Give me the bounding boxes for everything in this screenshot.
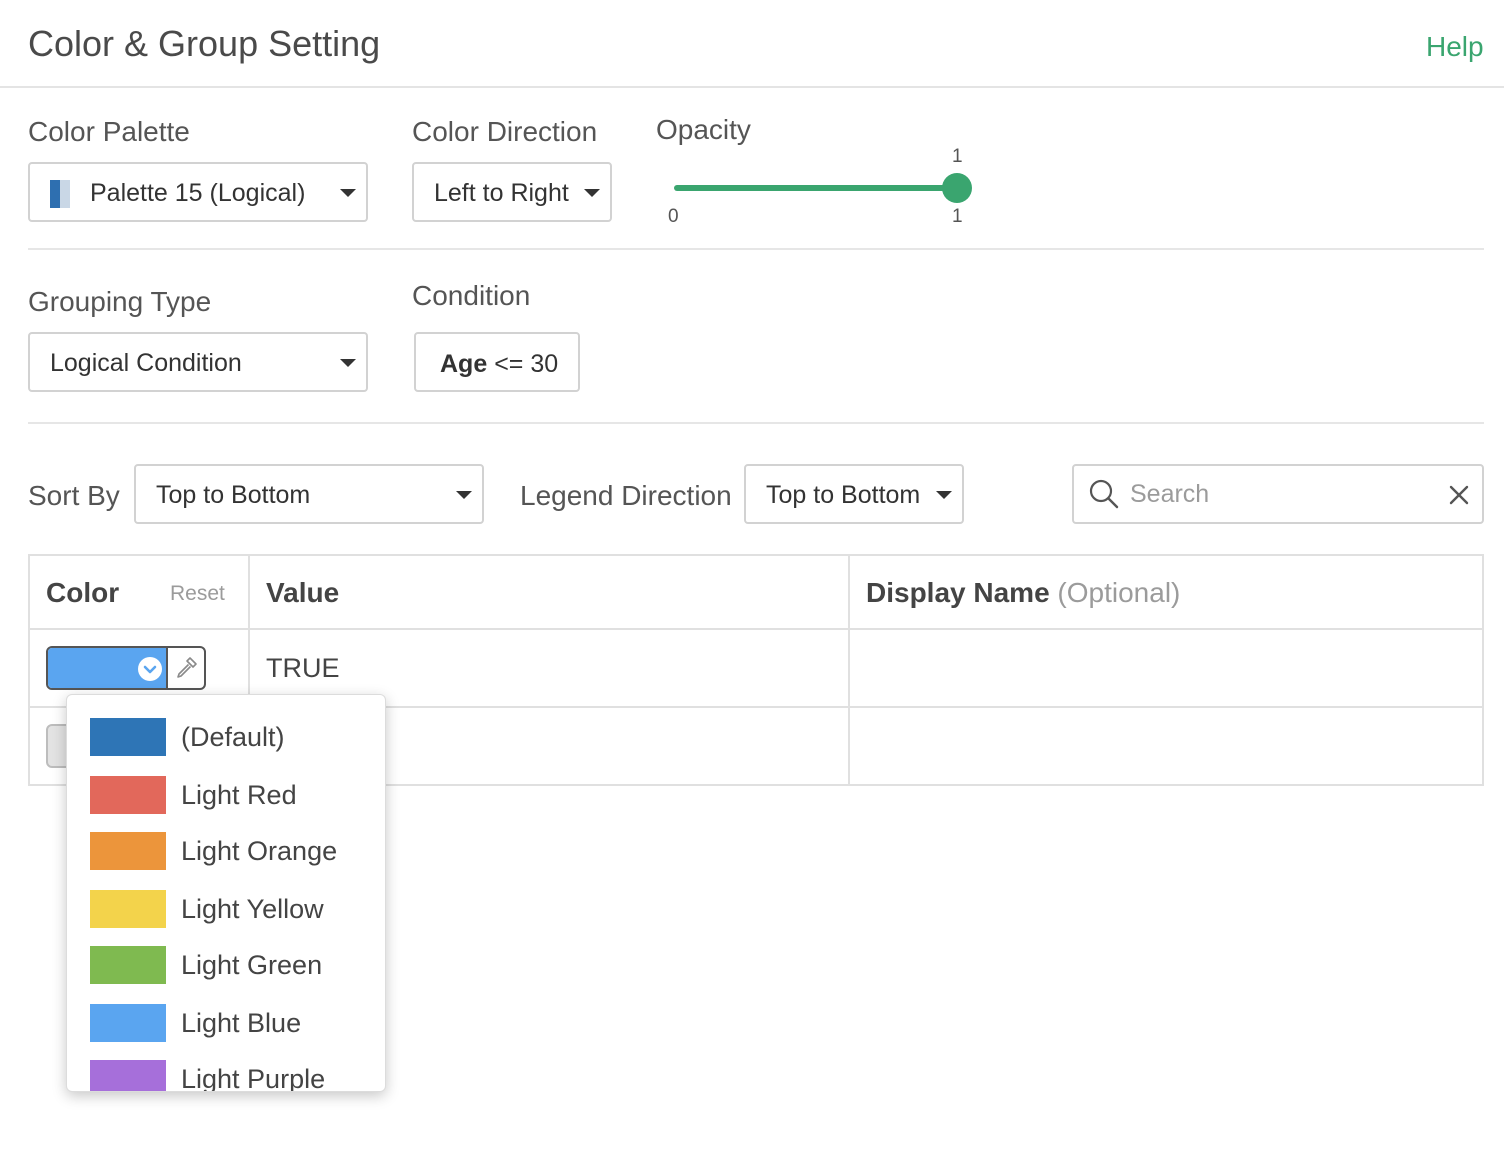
legend-direction-label: Legend Direction	[520, 480, 732, 511]
table-header-row: Color Reset Value Display Name (Optional…	[28, 554, 1484, 630]
search-box	[1072, 464, 1484, 524]
condition-label: Condition	[412, 280, 531, 311]
menu-item-label: Light Orange	[181, 836, 338, 866]
menu-item-label: Light Red	[181, 780, 297, 810]
menu-item-label: Light Yellow	[181, 894, 324, 924]
legend-direction-select[interactable]: Top to Bottom	[744, 464, 964, 524]
search-input[interactable]	[1130, 478, 1430, 510]
color-swatch	[90, 890, 166, 928]
chevron-down-circle-icon	[138, 657, 162, 681]
color-swatch	[90, 1004, 166, 1042]
page-title: Color & Group Setting	[28, 23, 381, 64]
color-select-button[interactable]	[48, 648, 166, 688]
chevron-down-icon	[340, 359, 356, 367]
condition-button[interactable]: Age <= 30	[414, 332, 580, 392]
close-icon[interactable]	[1448, 484, 1470, 506]
color-swatch	[90, 718, 166, 756]
condition-expression: <= 30	[494, 350, 559, 378]
value-header-label: Value	[266, 577, 340, 608]
display-name-column-header: Display Name (Optional)	[848, 554, 1484, 630]
search-icon	[1089, 479, 1119, 509]
opacity-max-label: 1	[952, 206, 963, 227]
color-swatch	[90, 776, 166, 814]
menu-item-light-green[interactable]: Light Green	[67, 946, 385, 1002]
menu-item-label: Light Blue	[181, 1008, 302, 1038]
opacity-label: Opacity	[656, 114, 751, 145]
sort-by-select[interactable]: Top to Bottom	[134, 464, 484, 524]
color-palette-label: Color Palette	[28, 116, 190, 147]
legend-direction-value: Top to Bottom	[766, 481, 921, 509]
color-swatch	[90, 832, 166, 870]
chevron-down-icon	[584, 189, 600, 197]
chevron-down-icon	[340, 189, 356, 197]
menu-item-light-blue[interactable]: Light Blue	[67, 1004, 385, 1060]
color-direction-label: Color Direction	[412, 116, 598, 147]
color-dropdown-menu: (Default) Light Red Light Orange Light Y…	[66, 694, 386, 1092]
row-color-picker	[46, 646, 206, 690]
menu-item-light-yellow[interactable]: Light Yellow	[67, 890, 385, 946]
grouping-type-select[interactable]: Logical Condition	[28, 332, 368, 392]
menu-item-label: Light Purple	[181, 1064, 326, 1092]
opacity-slider-track[interactable]	[674, 185, 958, 191]
opacity-current-value: 1	[952, 146, 963, 167]
menu-item-label: Light Green	[181, 950, 323, 980]
section-divider	[28, 248, 1484, 250]
condition-field: Age	[440, 350, 488, 378]
eyedropper-icon	[177, 657, 197, 678]
chevron-down-icon	[456, 491, 472, 499]
color-swatch	[90, 946, 166, 984]
display-name-cell[interactable]	[848, 628, 1484, 708]
help-link[interactable]: Help	[1426, 28, 1484, 66]
opacity-slider-handle[interactable]	[942, 173, 972, 203]
color-palette-select[interactable]: Palette 15 (Logical)	[28, 162, 368, 222]
color-header-label: Color	[46, 577, 120, 608]
sort-by-value: Top to Bottom	[156, 481, 311, 509]
chevron-down-icon	[936, 491, 952, 499]
color-column-header: Color Reset	[28, 554, 250, 630]
menu-item-light-orange[interactable]: Light Orange	[67, 832, 385, 888]
reset-link[interactable]: Reset	[170, 582, 225, 606]
color-swatch	[90, 1060, 166, 1091]
menu-item-light-red[interactable]: Light Red	[67, 776, 385, 832]
row-value: TRUE	[266, 653, 340, 683]
color-direction-value: Left to Right	[434, 179, 569, 207]
grouping-type-value: Logical Condition	[50, 349, 242, 377]
color-palette-value: Palette 15 (Logical)	[90, 179, 306, 207]
header-divider	[0, 86, 1504, 88]
value-column-header: Value	[248, 554, 850, 630]
palette-swatch-icon	[50, 180, 70, 208]
grouping-type-label: Grouping Type	[28, 286, 212, 317]
display-name-header-label: Display Name	[866, 577, 1050, 608]
sort-by-label: Sort By	[28, 480, 120, 511]
optional-hint: (Optional)	[1057, 577, 1181, 608]
menu-item-label: (Default)	[181, 722, 285, 752]
eyedropper-button[interactable]	[168, 648, 204, 688]
section-divider	[28, 422, 1484, 424]
opacity-min-label: 0	[668, 206, 679, 227]
display-name-cell[interactable]	[848, 706, 1484, 786]
menu-item-default[interactable]: (Default)	[67, 718, 385, 774]
menu-item-light-purple[interactable]: Light Purple	[67, 1060, 385, 1092]
color-direction-select[interactable]: Left to Right	[412, 162, 612, 222]
